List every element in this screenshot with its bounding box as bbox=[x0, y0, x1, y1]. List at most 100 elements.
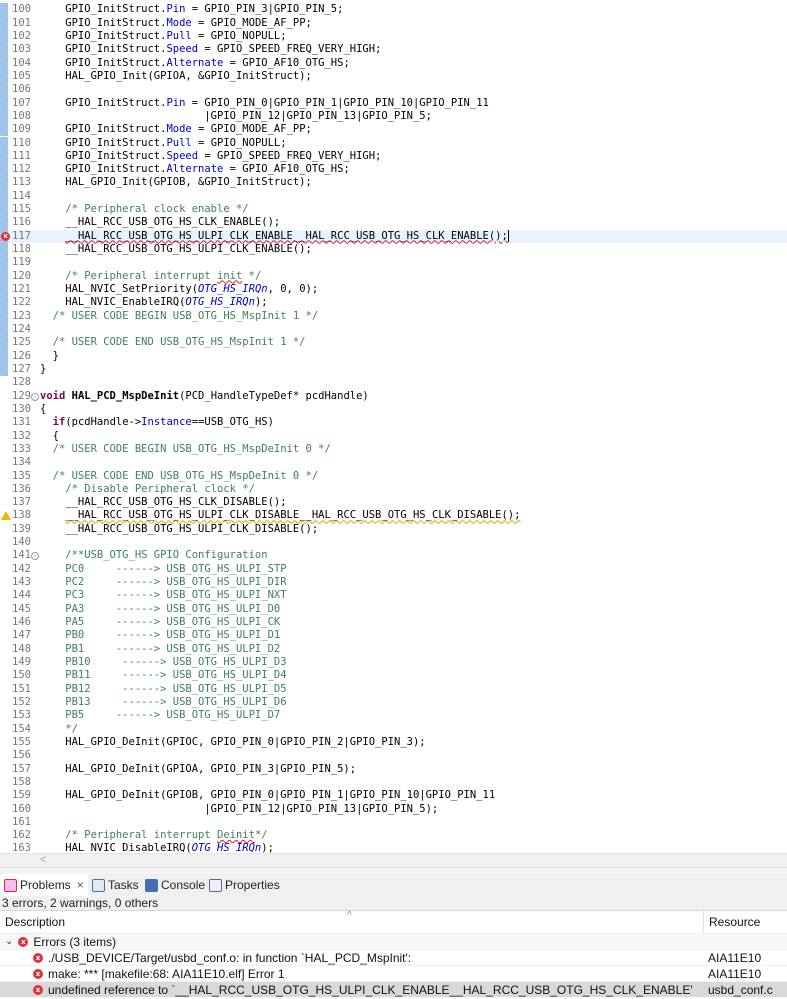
code-line[interactable]: 121 HAL_NVIC_SetPriority(OTG_HS_IRQn, 0,… bbox=[0, 283, 787, 297]
code-line[interactable]: 134 bbox=[0, 456, 787, 469]
error-icon[interactable]: x bbox=[1, 231, 10, 241]
code-line[interactable]: 105 HAL_GPIO_Init(GPIOA, &GPIO_InitStruc… bbox=[0, 69, 787, 84]
code-line[interactable]: 157 HAL_GPIO_DeInit(GPIOA, GPIO_PIN_3|GP… bbox=[0, 763, 787, 776]
code-line[interactable]: 111 GPIO_InitStruct.Speed = GPIO_SPEED_F… bbox=[0, 149, 787, 164]
code-line[interactable]: 152 PB13 ------> USB_OTG_HS_ULPI_D6 bbox=[0, 696, 787, 709]
code-line[interactable]: 109 GPIO_InitStruct.Mode = GPIO_MODE_AF_… bbox=[0, 123, 787, 137]
code-line[interactable]: 126 } bbox=[0, 349, 787, 363]
code-line[interactable]: 154 */ bbox=[0, 723, 787, 736]
code-line[interactable]: 120 /* Peripheral interrupt init */ bbox=[0, 269, 787, 283]
code-line[interactable]: 112 GPIO_InitStruct.Alternate = GPIO_AF1… bbox=[0, 163, 787, 177]
code-token: GPIO_InitStruct. bbox=[40, 3, 167, 16]
code-line[interactable]: 124 bbox=[0, 322, 787, 337]
horizontal-scrollbar[interactable]: < bbox=[0, 853, 787, 867]
code-line[interactable]: 119 bbox=[0, 256, 787, 270]
code-token: { bbox=[40, 429, 59, 442]
code-line[interactable]: 102 GPIO_InitStruct.Pull = GPIO_NOPULL; bbox=[0, 29, 787, 44]
code-line[interactable]: 135 /* USER CODE END USB_OTG_HS_MspDeIni… bbox=[0, 470, 787, 483]
code-line[interactable]: 142 PC0 ------> USB_OTG_HS_ULPI_STP bbox=[0, 563, 787, 576]
code-line[interactable]: 153 PB5 ------> USB_OTG_HS_ULPI_D7 bbox=[0, 709, 787, 722]
code-line[interactable]: 129- void HAL_PCD_MspDeInit(PCD_HandleTyp… bbox=[0, 390, 787, 403]
tab-console[interactable]: Console bbox=[145, 874, 205, 896]
code-line[interactable]: 138 __HAL_RCC_USB_OTG_HS_ULPI_CLK_DISABL… bbox=[0, 509, 787, 522]
code-line[interactable]: 162 /* Peripheral interrupt Deinit*/ bbox=[0, 829, 787, 842]
code-line[interactable]: 100 GPIO_InitStruct.Pin = GPIO_PIN_3|GPI… bbox=[0, 3, 787, 17]
code-line[interactable]: 140 bbox=[0, 536, 787, 549]
code-line[interactable]: 163 HAL_NVIC_DisableIRQ(OTG_HS_IRQn); bbox=[0, 842, 787, 853]
fold-toggle-icon[interactable]: - bbox=[31, 552, 39, 561]
code-line[interactable]: 141- /**USB_OTG_HS GPIO Configuration bbox=[0, 549, 787, 562]
column-description[interactable]: Description bbox=[5, 911, 65, 933]
code-line[interactable]: 108 |GPIO_PIN_12|GPIO_PIN_13|GPIO_PIN_5; bbox=[0, 109, 787, 124]
table-row[interactable]: x ./USB_DEVICE/Target/usbd_conf.o: in fun… bbox=[0, 949, 787, 965]
change-marker bbox=[0, 149, 8, 164]
code-line[interactable]: 132 { bbox=[0, 430, 787, 443]
code-line[interactable]: 127} bbox=[0, 362, 787, 377]
tab-label: Problems bbox=[20, 878, 71, 892]
code-line[interactable]: 149 PB10 ------> USB_OTG_HS_ULPI_D3 bbox=[0, 656, 787, 669]
scroll-left-arrow[interactable]: < bbox=[40, 854, 46, 867]
code-token: init bbox=[217, 269, 243, 282]
code-line[interactable]: 114 bbox=[0, 189, 787, 204]
change-marker bbox=[0, 243, 8, 257]
code-token: OTG_HS_IRQn bbox=[185, 296, 255, 309]
code-line[interactable]: 150 PB11 ------> USB_OTG_HS_ULPI_D4 bbox=[0, 669, 787, 682]
code-line[interactable]: 133 /* USER CODE BEGIN USB_OTG_HS_MspDeI… bbox=[0, 443, 787, 456]
code-token: HAL_NVIC_SetPriority( bbox=[40, 283, 199, 296]
column-resource[interactable]: Resource bbox=[703, 911, 787, 933]
code-token: HAL_GPIO_Init(GPIOA, &GPIO_InitStruct); bbox=[40, 69, 312, 82]
line-number: 163 bbox=[12, 842, 31, 853]
code-line[interactable]: 147 PB0 ------> USB_OTG_HS_ULPI_D1 bbox=[0, 629, 787, 642]
code-line[interactable]: 151 PB12 ------> USB_OTG_HS_ULPI_D5 bbox=[0, 683, 787, 696]
fold-toggle-icon[interactable]: - bbox=[31, 392, 39, 401]
chevron-down-icon[interactable]: ⌄ bbox=[5, 934, 13, 950]
warning-icon[interactable] bbox=[1, 511, 11, 521]
code-line[interactable]: 155 HAL_GPIO_DeInit(GPIOC, GPIO_PIN_0|GP… bbox=[0, 736, 787, 749]
code-line[interactable]: 161 bbox=[0, 816, 787, 829]
tab-tasks[interactable]: Tasks bbox=[92, 874, 139, 896]
code-line[interactable]: 118 __HAL_RCC_USB_OTG_HS_ULPI_CLK_ENABLE… bbox=[0, 243, 787, 257]
code-line[interactable]: 110 GPIO_InitStruct.Pull = GPIO_NOPULL; bbox=[0, 136, 787, 150]
code-line[interactable]: 156 bbox=[0, 749, 787, 762]
code-line[interactable]: 122 HAL_NVIC_EnableIRQ(OTG_HS_IRQn); bbox=[0, 296, 787, 310]
code-line[interactable]: 106 bbox=[0, 83, 787, 97]
group-label: Errors (3 items) bbox=[33, 935, 117, 949]
change-marker bbox=[0, 216, 8, 230]
code-line[interactable]: 146 PA5 ------> USB_OTG_HS_ULPI_CK bbox=[0, 616, 787, 629]
code-line[interactable]: 145 PA3 ------> USB_OTG_HS_ULPI_D0 bbox=[0, 603, 787, 616]
table-row[interactable]: x make: *** [makefile:68: AIA11E10.elf] E… bbox=[0, 965, 787, 981]
change-marker bbox=[0, 123, 8, 137]
code-line[interactable]: 144 PC3 ------> USB_OTG_HS_ULPI_NXT bbox=[0, 589, 787, 602]
code-line[interactable]: 123 /* USER CODE BEGIN USB_OTG_HS_MspIni… bbox=[0, 309, 787, 323]
code-line[interactable]: 113 HAL_GPIO_Init(GPIOB, &GPIO_InitStruc… bbox=[0, 176, 787, 190]
code-line[interactable]: 131 if(pcdHandle->Instance==USB_OTG_HS) bbox=[0, 416, 787, 429]
code-line[interactable]: 104 GPIO_InitStruct.Alternate = GPIO_AF1… bbox=[0, 56, 787, 70]
tab-properties[interactable]: Properties bbox=[209, 874, 280, 896]
close-icon[interactable]: × bbox=[77, 874, 84, 896]
code-line[interactable]: 128 bbox=[0, 376, 787, 389]
code-editor[interactable]: 100 GPIO_InitStruct.Pin = GPIO_PIN_3|GPI… bbox=[0, 0, 787, 853]
code-line[interactable]: 158 bbox=[0, 776, 787, 789]
code-text: PC3 ------> USB_OTG_HS_ULPI_NXT bbox=[40, 589, 286, 602]
code-text: GPIO_InitStruct.Alternate = GPIO_AF10_OT… bbox=[40, 163, 350, 176]
code-line[interactable]: 103 GPIO_InitStruct.Speed = GPIO_SPEED_F… bbox=[0, 43, 787, 57]
code-line[interactable]: 107 GPIO_InitStruct.Pin = GPIO_PIN_0|GPI… bbox=[0, 96, 787, 110]
code-line[interactable]: 159 HAL_GPIO_DeInit(GPIOB, GPIO_PIN_0|GP… bbox=[0, 789, 787, 802]
code-text: /* USER CODE BEGIN USB_OTG_HS_MspDeInit … bbox=[40, 443, 331, 456]
code-line[interactable]: 101 GPIO_InitStruct.Mode = GPIO_MODE_AF_… bbox=[0, 16, 787, 30]
code-line[interactable]: 148 PB1 ------> USB_OTG_HS_ULPI_D2 bbox=[0, 643, 787, 656]
code-line[interactable]: 143 PC2 ------> USB_OTG_HS_ULPI_DIR bbox=[0, 576, 787, 589]
code-line[interactable]: 117 x __HAL_RCC_USB_OTG_HS_ULPI_CLK_ENABL… bbox=[0, 229, 787, 244]
code-line[interactable]: 139 __HAL_RCC_USB_OTG_HS_ULPI_CLK_DISABL… bbox=[0, 523, 787, 536]
code-line[interactable]: 125 /* USER CODE END USB_OTG_HS_MspInit … bbox=[0, 336, 787, 350]
code-line[interactable]: 160 |GPIO_PIN_12|GPIO_PIN_13|GPIO_PIN_5)… bbox=[0, 803, 787, 816]
code-line[interactable]: 116 __HAL_RCC_USB_OTG_HS_CLK_ENABLE(); bbox=[0, 216, 787, 230]
table-row-selected[interactable]: x undefined reference to `__HAL_RCC_USB_O… bbox=[0, 981, 787, 997]
group-row-errors[interactable]: ⌄ x Errors (3 items) bbox=[0, 933, 787, 949]
code-line[interactable]: 130 { bbox=[0, 403, 787, 416]
code-line[interactable]: 115 /* Peripheral clock enable */ bbox=[0, 203, 787, 217]
tab-problems[interactable]: Problems × bbox=[0, 874, 88, 896]
code-line[interactable]: 136 /* Disable Peripheral clock */ bbox=[0, 483, 787, 496]
problems-icon bbox=[4, 878, 17, 892]
code-line[interactable]: 137 __HAL_RCC_USB_OTG_HS_CLK_DISABLE(); bbox=[0, 496, 787, 509]
